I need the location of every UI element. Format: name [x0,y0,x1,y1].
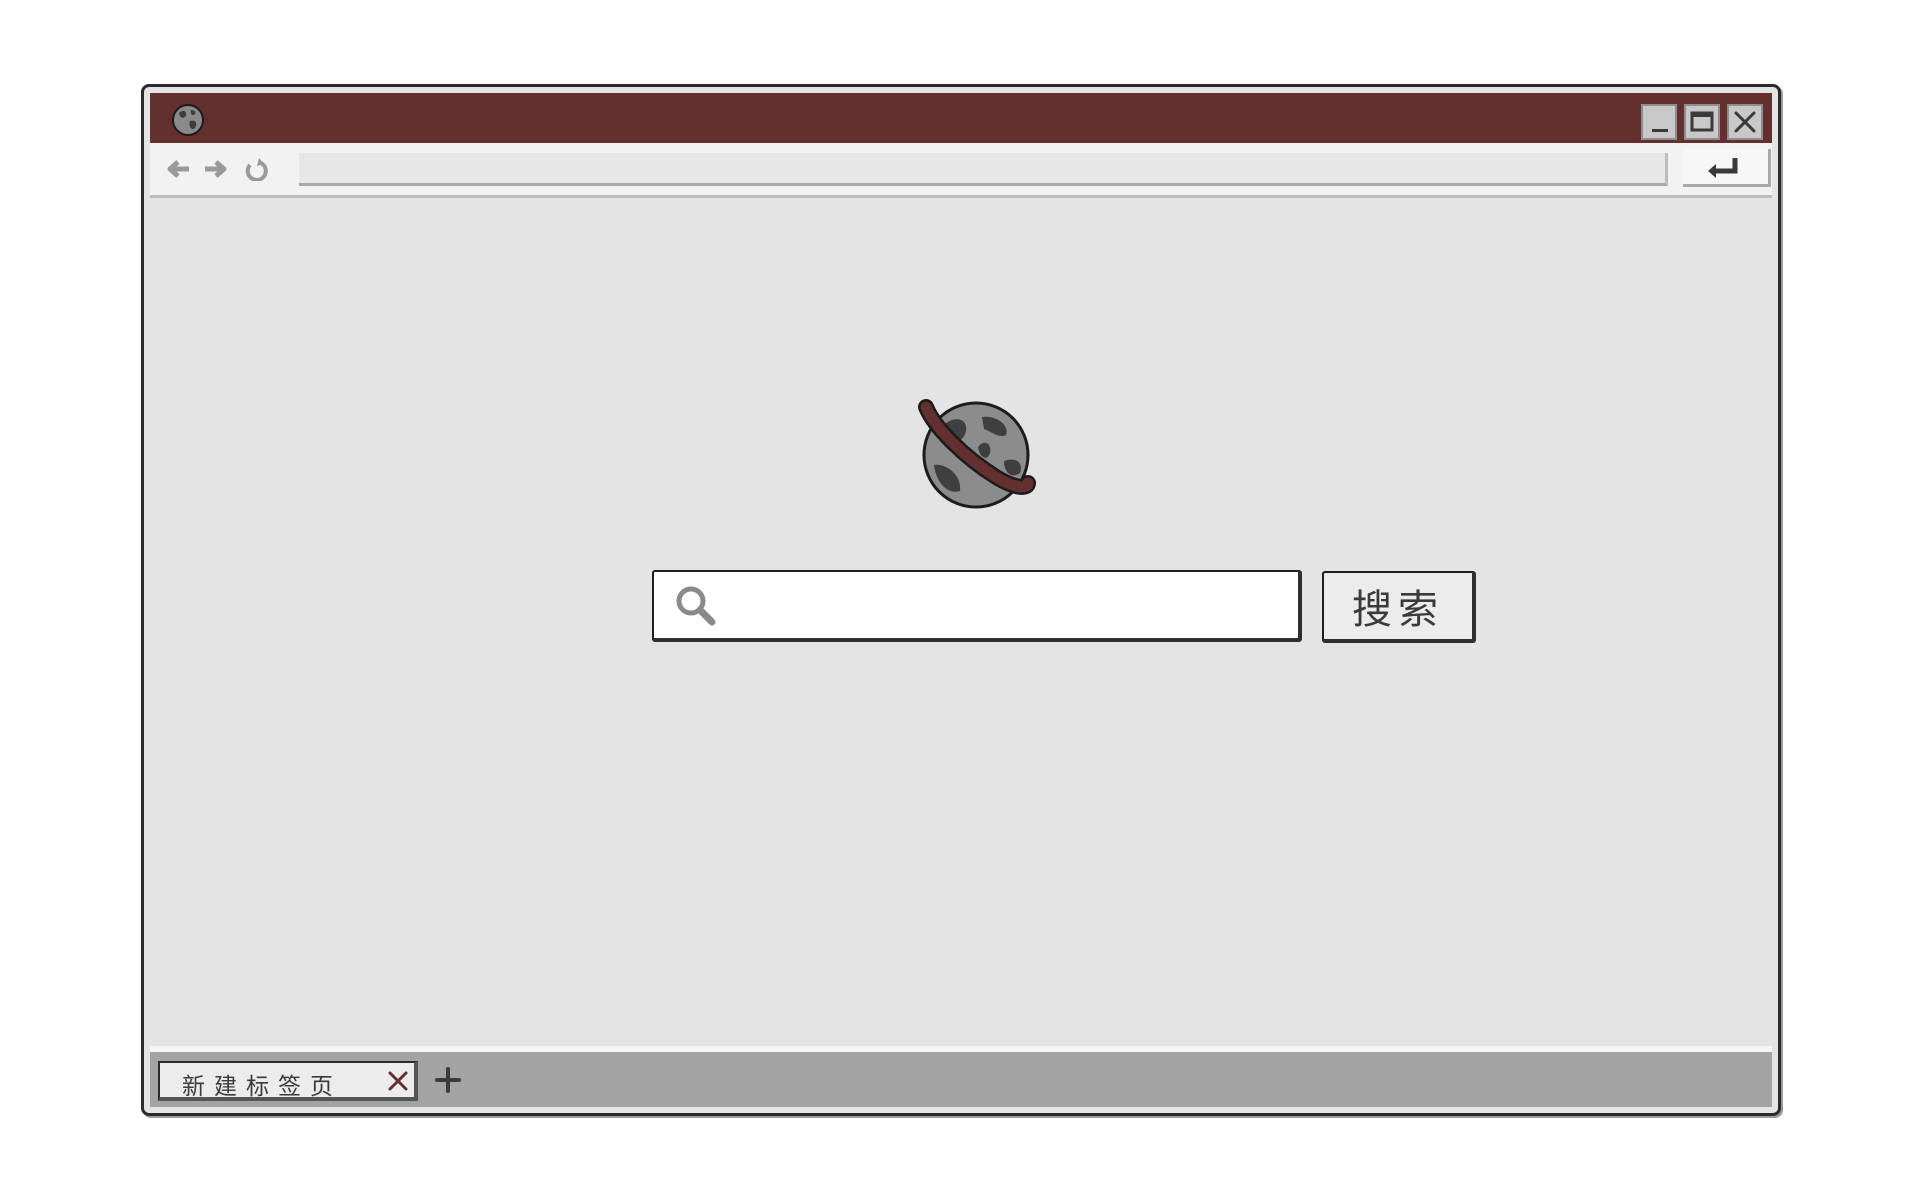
address-bar[interactable] [299,153,1668,186]
go-button[interactable] [1683,149,1771,187]
navigation-toolbar [150,143,1772,198]
search-box[interactable] [652,570,1302,642]
close-icon [1734,111,1756,133]
globe-icon [172,104,204,136]
back-arrow-icon[interactable] [165,157,191,181]
browser-window: 搜索 新建标签页 [141,84,1781,1116]
maximize-button[interactable] [1684,104,1720,140]
forward-arrow-icon[interactable] [203,157,229,181]
search-icon [676,586,716,626]
planet-icon [918,399,1036,509]
tab-new-tab[interactable]: 新建标签页 [158,1061,418,1101]
tab-label: 新建标签页 [182,1074,342,1100]
maximize-icon [1690,111,1714,132]
search-input[interactable] [730,582,1290,632]
plus-icon[interactable] [434,1066,462,1094]
close-window-button[interactable] [1727,104,1763,140]
refresh-icon[interactable] [243,157,269,181]
minimize-icon [1652,129,1668,132]
tab-bar: 新建标签页 [150,1046,1772,1107]
close-tab-icon[interactable] [386,1069,410,1093]
minimize-button[interactable] [1641,104,1677,140]
title-bar[interactable] [150,93,1772,143]
enter-icon [1708,158,1738,178]
search-button[interactable]: 搜索 [1322,571,1476,643]
